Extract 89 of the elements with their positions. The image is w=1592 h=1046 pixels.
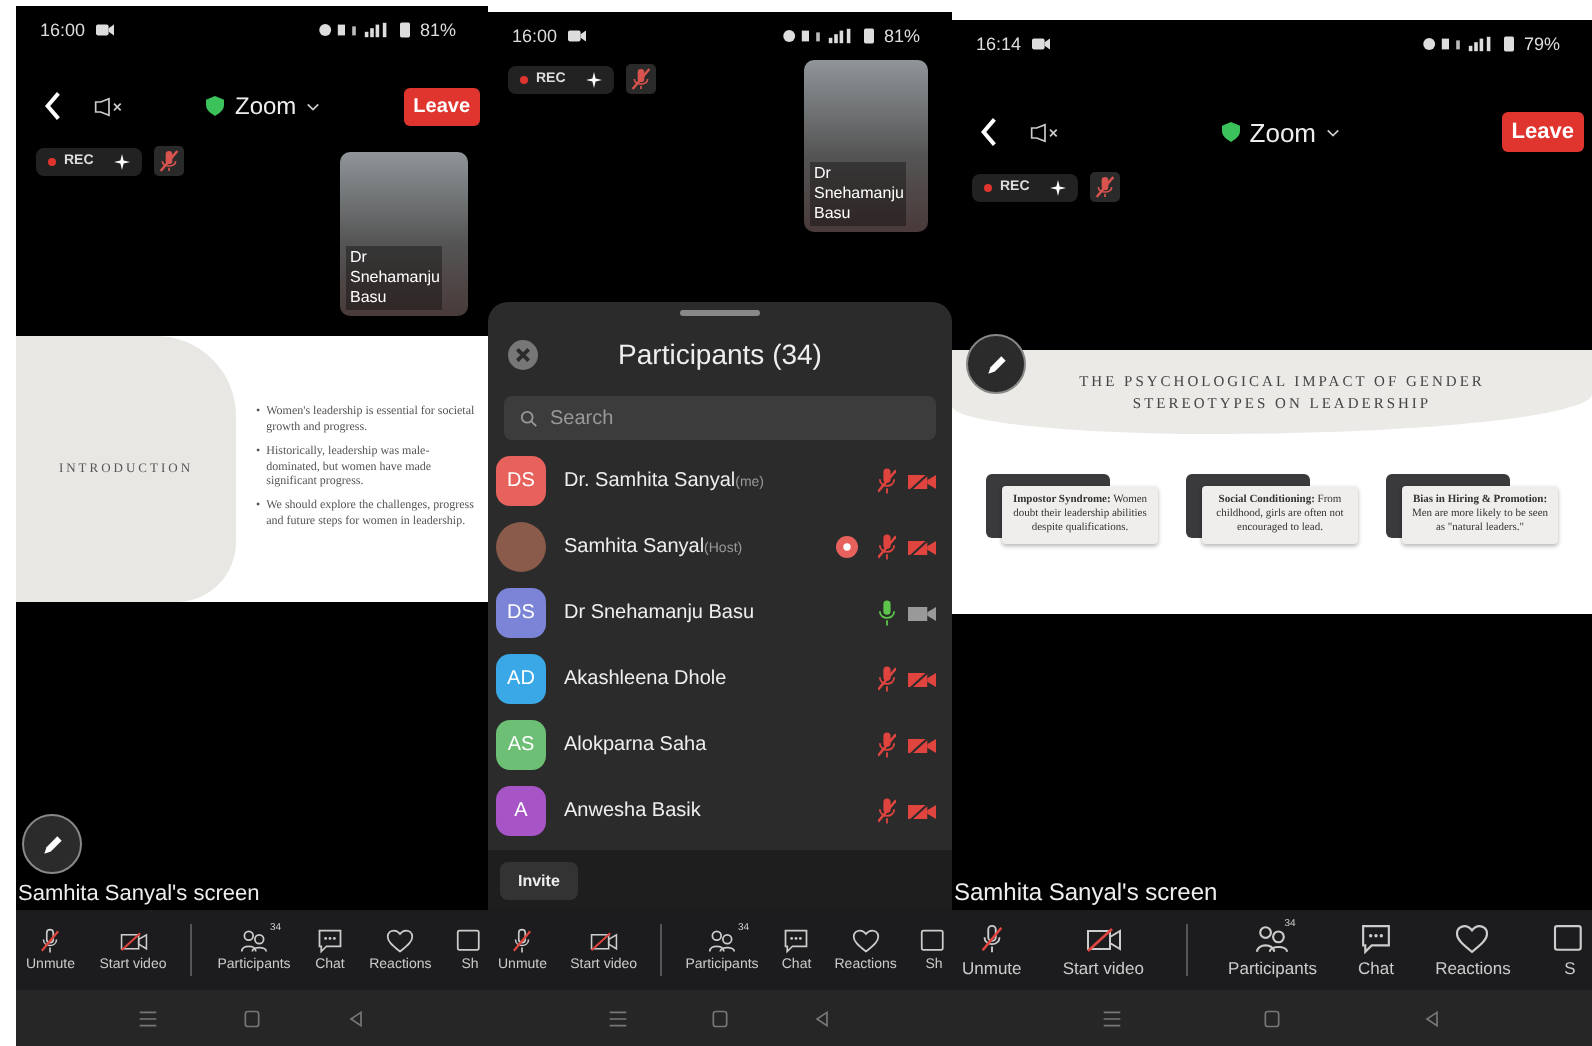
record-dot-icon: [520, 75, 528, 83]
pencil-icon: [39, 831, 65, 857]
chat-icon: [782, 928, 811, 954]
camera-icon: [567, 30, 586, 42]
sparkle-icon: [1049, 179, 1066, 195]
battery-level: 81%: [883, 26, 920, 46]
avatar: AD: [496, 654, 546, 704]
share-label: Samhita Sanyal's screen: [952, 876, 1220, 910]
chevron-down-icon: [306, 101, 321, 111]
battery-level: 79%: [1523, 34, 1560, 54]
battery-icon: [1503, 36, 1514, 52]
battery-icon: [863, 28, 874, 44]
chat-icon: [315, 928, 344, 954]
leave-button[interactable]: Leave: [403, 87, 481, 125]
video-tile[interactable]: Dr Snehamanju Basu: [804, 60, 928, 232]
battery-icon: [399, 22, 410, 38]
participant-name[interactable]: Akashleena Dhole: [564, 668, 727, 690]
video-toolbar-button[interactable]: Start video: [1062, 923, 1144, 977]
speaker-muted-icon[interactable]: [1030, 121, 1060, 143]
home-icon[interactable]: [242, 1009, 262, 1027]
shield-icon: [1221, 122, 1240, 142]
avatar: DS: [496, 588, 546, 638]
back-icon[interactable]: [44, 90, 62, 122]
video-off-icon: [119, 928, 147, 954]
camera-icon: [1031, 38, 1050, 50]
heart-icon: [851, 928, 880, 954]
menu-icon[interactable]: [138, 1009, 158, 1027]
chevron-down-icon: [1326, 127, 1341, 137]
participant-name[interactable]: Dr Snehamanju Basu: [564, 602, 755, 624]
status-time: 16:00: [40, 20, 86, 40]
sparkle-icon: [113, 153, 130, 169]
meeting-title-dropdown[interactable]: Zoom: [1221, 117, 1341, 147]
participant-name: Dr Snehamanju Basu: [346, 246, 442, 310]
mic-muted-icon: [508, 928, 537, 954]
people-icon: [708, 928, 736, 954]
battery-level: 81%: [419, 20, 456, 40]
share-screen-icon: [456, 928, 484, 954]
video-off-icon: [589, 928, 618, 954]
avatar: A: [496, 786, 546, 836]
participant-name: Dr Snehamanju Basu: [810, 162, 906, 226]
invite-button[interactable]: Invite: [500, 862, 578, 900]
heart-icon: [386, 928, 415, 954]
mic-toolbar-button[interactable]: Unmute: [962, 923, 1022, 977]
participant-name[interactable]: Anwesha Basik: [564, 800, 701, 822]
people-icon: [240, 928, 269, 954]
menu-icon[interactable]: [1102, 1009, 1122, 1027]
speaker-muted-icon[interactable]: [94, 95, 124, 117]
search-field[interactable]: Search: [504, 396, 936, 440]
annotate-button[interactable]: [966, 334, 1026, 394]
status-icons: [781, 28, 854, 44]
leave-button[interactable]: Leave: [1501, 112, 1584, 152]
status-icons: [317, 22, 390, 38]
share-toolbar-button[interactable]: S: [1551, 923, 1588, 977]
share-screen-icon: [919, 928, 948, 954]
people-icon: [1254, 923, 1291, 953]
video-tile[interactable]: Dr Snehamanju Basu: [340, 152, 468, 316]
home-icon[interactable]: [709, 1009, 730, 1027]
mic-muted-icon[interactable]: [625, 64, 656, 94]
record-dot-icon: [48, 157, 56, 165]
menu-icon[interactable]: [608, 1009, 629, 1027]
chat-icon: [1358, 923, 1395, 953]
status-time: 16:00: [512, 26, 558, 46]
meeting-title-dropdown[interactable]: Zoom: [206, 92, 321, 120]
avatar: DS: [496, 456, 546, 506]
sheet-title: Participants (34): [616, 338, 824, 370]
participant-name[interactable]: Alokparna Saha: [564, 734, 707, 756]
pencil-icon: [983, 351, 1009, 377]
search-icon: [520, 410, 538, 428]
back-icon[interactable]: [980, 116, 998, 148]
record-dot-icon: [984, 183, 992, 191]
avatar: AS: [496, 720, 546, 770]
share-label: Samhita Sanyal's screen: [16, 880, 262, 910]
sparkle-icon: [585, 71, 602, 87]
share-screen-icon: [1551, 923, 1588, 953]
chat-toolbar-button[interactable]: Chat: [1358, 923, 1395, 977]
camera-icon: [95, 24, 114, 36]
status-time: 16:14: [976, 34, 1022, 54]
mic-muted-icon: [36, 928, 65, 954]
heart-icon: [1454, 923, 1491, 953]
mic-muted-icon[interactable]: [1089, 172, 1120, 202]
shield-icon: [206, 96, 225, 116]
reactions-toolbar-button[interactable]: Reactions: [1435, 923, 1511, 977]
close-icon[interactable]: [508, 339, 538, 369]
video-off-icon: [1085, 923, 1122, 953]
sheet-handle[interactable]: [680, 310, 760, 316]
annotate-button[interactable]: [22, 814, 82, 874]
home-icon[interactable]: [1262, 1009, 1282, 1027]
mic-muted-icon[interactable]: [153, 146, 184, 176]
status-icons: [1421, 36, 1494, 52]
